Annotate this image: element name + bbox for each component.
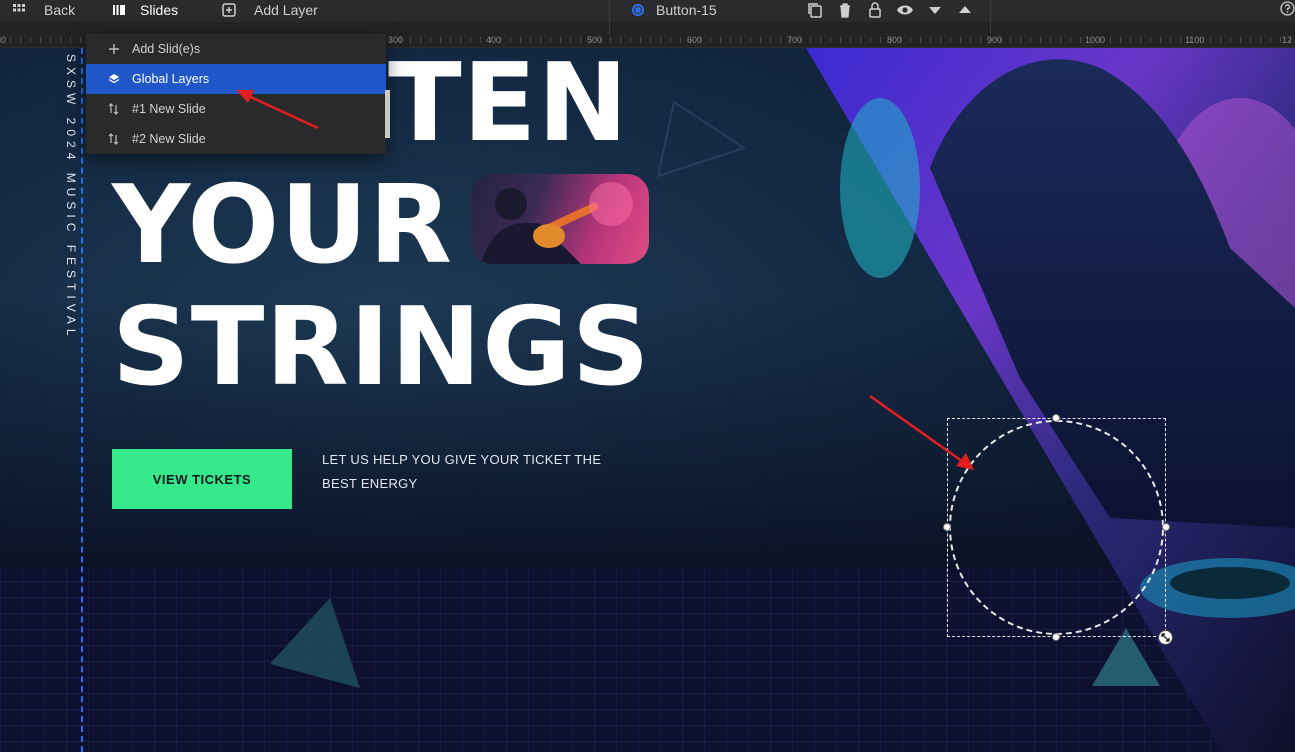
view-tickets-button[interactable]: VIEW TICKETS xyxy=(112,449,292,509)
grid-icon xyxy=(13,4,25,12)
decorative-triangle-left xyxy=(270,598,360,688)
headline-line-2[interactable]: YOUR xyxy=(112,172,453,280)
duplicate-icon[interactable] xyxy=(806,1,824,19)
menu-item-slide-2[interactable]: #2 New Slide xyxy=(86,124,386,154)
headline-line-3[interactable]: STRINGS xyxy=(112,294,651,402)
ruler-label: 600 xyxy=(687,35,703,45)
ruler-label: 700 xyxy=(787,35,803,45)
reorder-icon xyxy=(108,133,119,145)
caret-up-icon[interactable] xyxy=(956,1,974,19)
slides-dropdown-menu: Add Slid(e)s Global Layers #1 New Slide … xyxy=(86,34,386,154)
radio-dot-icon xyxy=(632,4,644,16)
ruler-label: 900 xyxy=(987,35,1003,45)
selected-circle-layer[interactable] xyxy=(949,420,1164,635)
ruler-label: 12 xyxy=(1282,35,1293,45)
menu-item-label: #1 New Slide xyxy=(132,102,206,116)
toolbar-divider xyxy=(990,0,991,34)
handle-top[interactable] xyxy=(1052,414,1060,422)
plus-icon xyxy=(109,44,119,54)
back-label: Back xyxy=(44,2,76,18)
decorative-triangle-right xyxy=(1092,628,1160,686)
back-button[interactable]: Back xyxy=(12,0,75,20)
slides-label: Slides xyxy=(140,2,179,18)
menu-item-label: Add Slid(e)s xyxy=(132,42,201,56)
ruler-label: 500 xyxy=(587,35,603,45)
resize-handle[interactable] xyxy=(1158,630,1173,645)
caret-down-icon[interactable] xyxy=(926,1,944,19)
slides-button[interactable]: Slides xyxy=(112,0,178,20)
layers-icon xyxy=(108,74,120,84)
handle-left[interactable] xyxy=(943,523,951,531)
add-layer-label: Add Layer xyxy=(254,2,318,18)
menu-item-slide-1[interactable]: #1 New Slide xyxy=(86,94,386,124)
menu-item-global-layers[interactable]: Global Layers xyxy=(86,64,386,94)
guide-line xyxy=(81,48,83,752)
lock-icon[interactable] xyxy=(866,1,884,19)
layer-actions xyxy=(806,1,974,19)
ruler-label: 0 xyxy=(1,35,7,45)
slides-icon xyxy=(113,5,125,15)
help-icon[interactable] xyxy=(1280,1,1295,16)
menu-item-label: #2 New Slide xyxy=(132,132,206,146)
add-layer-icon xyxy=(222,3,236,17)
ruler-label: 1000 xyxy=(1085,35,1106,45)
headline-line-1[interactable]: TEN xyxy=(388,50,629,158)
handle-right[interactable] xyxy=(1162,523,1170,531)
festival-vertical-text[interactable]: SXSW 2024 MUSIC FESTIVAL xyxy=(64,54,78,341)
resize-icon xyxy=(1161,633,1170,642)
guitarist-image[interactable] xyxy=(471,174,649,264)
ruler-label: 800 xyxy=(887,35,903,45)
ruler-label: 1100 xyxy=(1185,35,1205,45)
eye-icon[interactable] xyxy=(896,1,914,19)
handle-bottom[interactable] xyxy=(1052,633,1060,641)
trash-icon[interactable] xyxy=(836,1,854,19)
tagline-text[interactable]: LET US HELP YOU GIVE YOUR TICKET THE BES… xyxy=(322,448,602,496)
selected-layer-name: Button-15 xyxy=(656,2,717,18)
menu-item-add-slides[interactable]: Add Slid(e)s xyxy=(86,34,386,64)
add-layer-button[interactable]: Add Layer xyxy=(222,0,318,20)
ruler-label: 300 xyxy=(388,35,404,45)
toolbar-divider xyxy=(609,0,610,34)
top-toolbar: Back Slides Add Layer Button-15 xyxy=(0,0,1295,34)
decorative-triangle-outline xyxy=(656,100,747,178)
menu-item-label: Global Layers xyxy=(132,72,210,86)
selected-layer-indicator[interactable]: Button-15 xyxy=(632,0,717,20)
reorder-icon xyxy=(108,103,119,115)
ruler-label: 400 xyxy=(486,35,502,45)
dropdown-scrollbar[interactable] xyxy=(385,90,390,138)
